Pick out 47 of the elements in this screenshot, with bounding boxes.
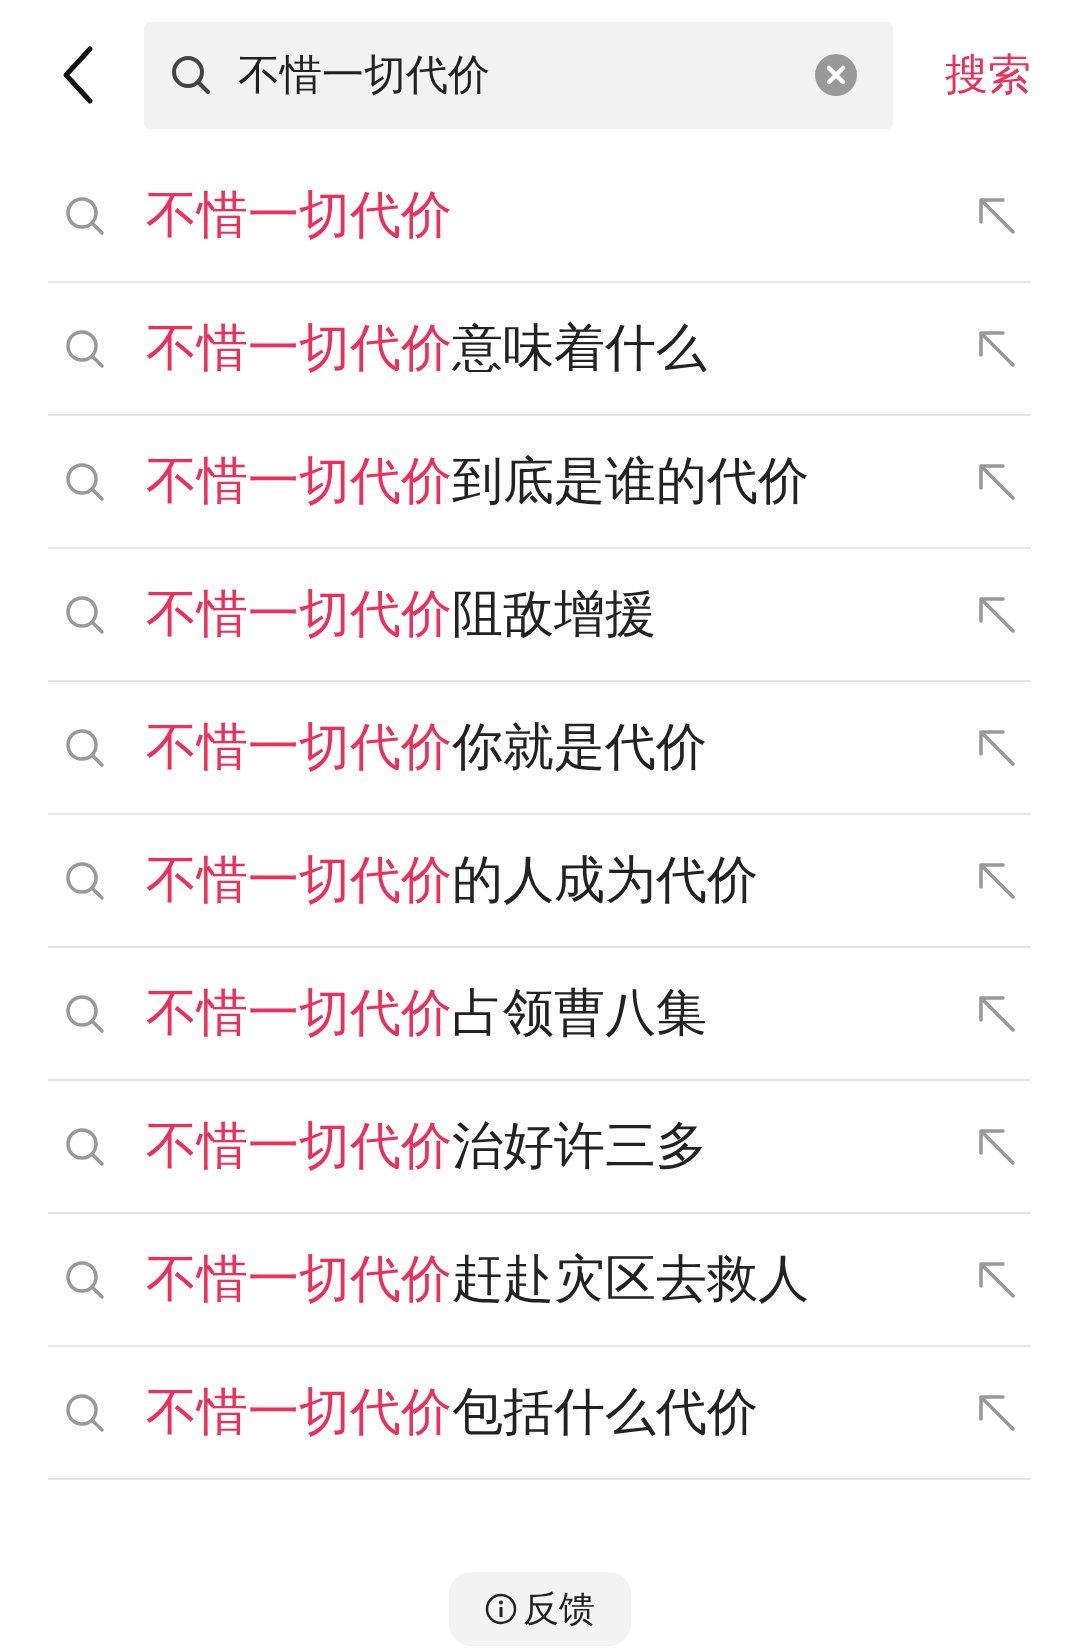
suggestion-item[interactable]: 不惜一切代价赶赴灾区去救人	[48, 1214, 1031, 1347]
fill-in-arrow-icon[interactable]	[977, 195, 1017, 236]
suggestion-text: 不惜一切代价占领曹八集	[146, 982, 708, 1044]
suggestion-text: 不惜一切代价	[146, 184, 453, 246]
info-icon	[484, 1593, 517, 1625]
fill-in-arrow-icon[interactable]	[977, 1126, 1017, 1167]
suggestion-item[interactable]: 不惜一切代价意味着什么	[48, 283, 1031, 416]
suggestion-item[interactable]: 不惜一切代价阻敌增援	[48, 549, 1031, 682]
suggestion-text: 不惜一切代价的人成为代价	[146, 849, 759, 911]
search-icon	[64, 1125, 106, 1168]
suggestion-text: 不惜一切代价阻敌增援	[146, 583, 657, 645]
fill-in-arrow-icon[interactable]	[977, 993, 1017, 1034]
fill-in-arrow-icon[interactable]	[977, 1259, 1017, 1300]
clear-icon[interactable]	[815, 54, 857, 96]
fill-in-arrow-icon[interactable]	[977, 594, 1017, 635]
suggestion-text: 不惜一切代价到底是谁的代价	[146, 450, 810, 512]
search-icon	[64, 593, 106, 636]
search-field[interactable]: 不惜一切代价	[144, 21, 893, 129]
suggestion-item[interactable]: 不惜一切代价	[48, 150, 1031, 283]
search-icon	[64, 194, 106, 237]
suggestion-text: 不惜一切代价意味着什么	[146, 317, 708, 379]
fill-in-arrow-icon[interactable]	[977, 860, 1017, 901]
search-icon	[64, 992, 106, 1035]
search-icon	[64, 1391, 106, 1434]
fill-in-arrow-icon[interactable]	[977, 328, 1017, 369]
search-icon	[64, 859, 106, 902]
search-icon	[170, 54, 212, 96]
suggestion-text: 不惜一切代价你就是代价	[146, 716, 708, 778]
fill-in-arrow-icon[interactable]	[977, 461, 1017, 502]
search-icon	[64, 460, 106, 503]
suggestion-item[interactable]: 不惜一切代价包括什么代价	[48, 1347, 1031, 1480]
suggestion-text: 不惜一切代价包括什么代价	[146, 1381, 759, 1443]
feedback-button[interactable]: 反馈	[448, 1572, 631, 1646]
suggestion-item[interactable]: 不惜一切代价占领曹八集	[48, 948, 1031, 1081]
fill-in-arrow-icon[interactable]	[977, 727, 1017, 768]
search-icon	[64, 1258, 106, 1301]
suggestion-item[interactable]: 不惜一切代价治好许三多	[48, 1081, 1031, 1214]
suggestion-item[interactable]: 不惜一切代价你就是代价	[48, 682, 1031, 815]
search-button[interactable]: 搜索	[945, 46, 1031, 104]
search-icon	[64, 327, 106, 370]
suggestion-item[interactable]: 不惜一切代价的人成为代价	[48, 815, 1031, 948]
search-query: 不惜一切代价	[238, 49, 491, 101]
suggestion-text: 不惜一切代价治好许三多	[146, 1115, 708, 1177]
suggestion-text: 不惜一切代价赶赴灾区去救人	[146, 1248, 810, 1310]
fill-in-arrow-icon[interactable]	[977, 1392, 1017, 1433]
suggestion-item[interactable]: 不惜一切代价到底是谁的代价	[48, 416, 1031, 549]
search-icon	[64, 726, 106, 769]
